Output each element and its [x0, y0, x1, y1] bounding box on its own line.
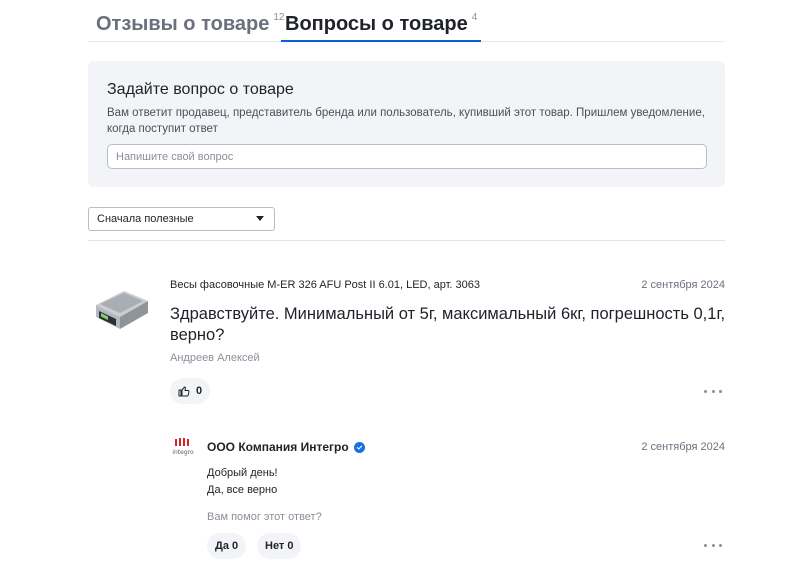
answer-date: 2 сентября 2024 — [641, 441, 725, 453]
like-button[interactable]: 0 — [170, 378, 211, 404]
answer-more-icon[interactable] — [704, 540, 722, 550]
tab-questions-count: 4 — [471, 12, 478, 23]
tabs-bar: Отзывы о товаре 12 Вопросы о товаре 4 — [88, 0, 725, 42]
tab-reviews-label: Отзывы о товаре — [96, 13, 270, 35]
thumbs-up-icon — [178, 386, 190, 397]
answer-text-line: Да, все верно — [207, 484, 278, 496]
sort-select[interactable]: Сначала полезные — [88, 207, 275, 231]
tab-reviews-count: 12 — [273, 12, 285, 23]
like-count: 0 — [196, 385, 203, 397]
tab-reviews[interactable]: Отзывы о товаре 12 — [96, 12, 284, 42]
product-thumbnail[interactable] — [90, 283, 150, 335]
vote-no-button[interactable]: Нет 0 — [257, 533, 302, 559]
helpful-prompt: Вам помог этот ответ? — [207, 511, 322, 523]
chevron-down-icon — [256, 216, 264, 221]
divider — [88, 240, 725, 241]
sort-selected-value: Сначала полезные — [97, 213, 194, 225]
question-date: 2 сентября 2024 — [641, 279, 725, 291]
active-tab-indicator — [281, 40, 481, 42]
question-more-icon[interactable] — [704, 386, 722, 396]
question-product-name[interactable]: Весы фасовочные M-ER 326 AFU Post II 6.0… — [170, 279, 480, 291]
question-author: Андреев Алексей — [170, 352, 260, 364]
ask-question-panel: Задайте вопрос о товаре Вам ответит прод… — [88, 61, 725, 187]
verified-check-icon — [353, 441, 365, 453]
question-input[interactable] — [107, 144, 707, 169]
vote-yes-button[interactable]: Да 0 — [207, 533, 247, 559]
tab-questions[interactable]: Вопросы о товаре 4 — [285, 12, 477, 42]
tab-questions-label: Вопросы о товаре — [285, 13, 468, 35]
answer-text-line: Добрый день! — [207, 467, 278, 479]
seller-name-text: ООО Компания Интегро — [207, 440, 349, 454]
question-text: Здравствуйте. Минимальный от 5г, максима… — [170, 305, 726, 344]
seller-name[interactable]: ООО Компания Интегро — [207, 440, 365, 454]
integro-logo: integro — [172, 438, 194, 456]
logo-text: integro — [172, 449, 194, 456]
ask-question-description: Вам ответит продавец, представитель брен… — [107, 107, 705, 135]
ask-question-title: Задайте вопрос о товаре — [107, 81, 294, 98]
